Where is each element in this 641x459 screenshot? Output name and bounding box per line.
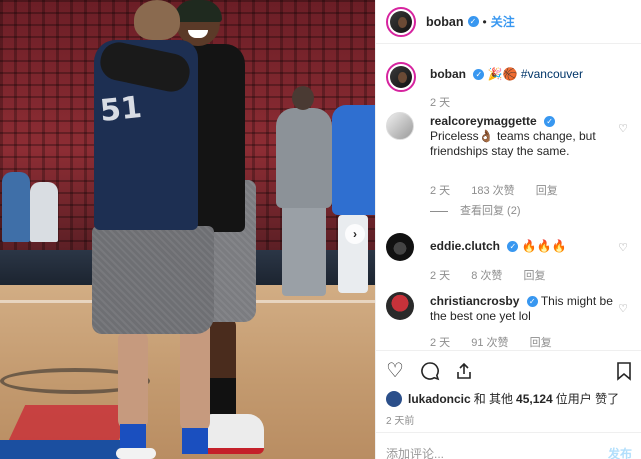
comment-item: realcoreymaggette ✓ Priceless👌🏾 teams ch… — [386, 112, 632, 222]
comment-likes[interactable]: 8 次赞 — [471, 270, 502, 282]
author-username[interactable]: boban — [426, 15, 464, 29]
comment-icon[interactable] — [420, 361, 440, 385]
avatar[interactable] — [386, 390, 402, 407]
avatar[interactable] — [386, 292, 414, 320]
likes-middle-text: 和 其他 — [473, 392, 514, 406]
caption-time: 2 天 — [430, 97, 451, 109]
avatar[interactable] — [386, 6, 416, 37]
post-header: boban ✓ • 关注 — [376, 0, 641, 44]
post-comment-button[interactable]: 发布 — [608, 445, 632, 459]
avatar[interactable] — [386, 112, 414, 140]
verified-badge-icon: ✓ — [544, 116, 556, 128]
separator-dot: • — [482, 14, 487, 29]
share-icon[interactable] — [454, 361, 474, 385]
view-replies-button[interactable]: 查看回复 (2) — [430, 202, 521, 218]
reply-button[interactable]: 回复 — [530, 337, 552, 349]
add-comment-bar: 添加评论... 发布 — [376, 432, 641, 459]
post-timestamp: 2 天前 — [386, 416, 415, 427]
follow-button[interactable]: 关注 — [491, 13, 515, 30]
instagram-post: 51 › boban ✓ • 关注 boban ✓ 🎉🏀 #vancouver — [0, 0, 641, 459]
caption-emoji: 🎉🏀 — [487, 67, 518, 81]
comment-author[interactable]: christiancrosby — [430, 294, 519, 308]
likes-count[interactable]: 45,124 — [516, 392, 553, 406]
heart-icon[interactable]: ♡ — [386, 361, 404, 381]
likes-summary: lukadoncic 和 其他 45,124 位用户 赞了 — [386, 390, 641, 407]
verified-badge-icon: ✓ — [467, 16, 479, 27]
comment-time: 2 天 — [430, 337, 451, 349]
comment-text: 🔥🔥🔥 — [521, 239, 567, 253]
reply-button[interactable]: 回复 — [536, 185, 558, 197]
hashtag-link[interactable]: #vancouver — [521, 67, 583, 81]
heart-icon[interactable]: ♡ — [618, 302, 628, 315]
avatar[interactable] — [386, 233, 414, 261]
comment-time: 2 天 — [430, 185, 451, 197]
comment-text: Priceless👌🏾 teams change, but friendship… — [430, 129, 596, 158]
comment-author[interactable]: realcoreymaggette — [430, 114, 537, 128]
comment-meta: 2 天 91 次赞 回复 — [430, 334, 570, 350]
post-photo[interactable]: 51 › — [0, 0, 375, 459]
verified-badge-icon: ✓ — [473, 69, 485, 81]
chevron-right-icon[interactable]: › — [345, 224, 365, 244]
comment-likes[interactable]: 91 次赞 — [471, 337, 508, 349]
comments-section: boban ✓ 🎉🏀 #vancouver 2 天 realcoreymagge… — [376, 44, 641, 350]
verified-badge-icon: ✓ — [526, 296, 538, 308]
comment-item: christiancrosby ✓ This might be the best… — [386, 292, 632, 350]
comment-likes[interactable]: 183 次赞 — [471, 185, 514, 197]
background-person — [272, 86, 334, 304]
verified-badge-icon: ✓ — [507, 241, 519, 253]
bookmark-icon[interactable] — [616, 361, 632, 385]
comment-meta: 2 天 183 次赞 回复 — [430, 182, 576, 198]
comment-time: 2 天 — [430, 270, 451, 282]
reply-button[interactable]: 回复 — [524, 270, 546, 282]
avatar[interactable] — [386, 62, 416, 92]
likes-suffix: 位用户 赞了 — [555, 392, 620, 406]
post-actions: ♡ — [376, 350, 641, 390]
comment-item: eddie.clutch ✓ 🔥🔥🔥 ♡ 2 天 8 次赞 回复 — [386, 233, 632, 283]
caption-author[interactable]: boban — [430, 67, 466, 81]
comment-meta: 2 天 8 次赞 回复 — [430, 267, 564, 283]
caption: boban ✓ 🎉🏀 #vancouver 2 天 — [386, 62, 632, 112]
liker-username[interactable]: lukadoncic — [408, 392, 471, 406]
background-person-right — [332, 105, 375, 295]
heart-icon[interactable]: ♡ — [618, 122, 628, 135]
post-sidebar: boban ✓ • 关注 boban ✓ 🎉🏀 #vancouver 2 天 r… — [375, 0, 641, 459]
heart-icon[interactable]: ♡ — [618, 241, 628, 254]
add-comment-input[interactable]: 添加评论... — [386, 445, 444, 459]
player-jersey-51: 51 — [88, 0, 248, 459]
comment-author[interactable]: eddie.clutch — [430, 239, 500, 253]
background-people-left — [0, 172, 62, 264]
